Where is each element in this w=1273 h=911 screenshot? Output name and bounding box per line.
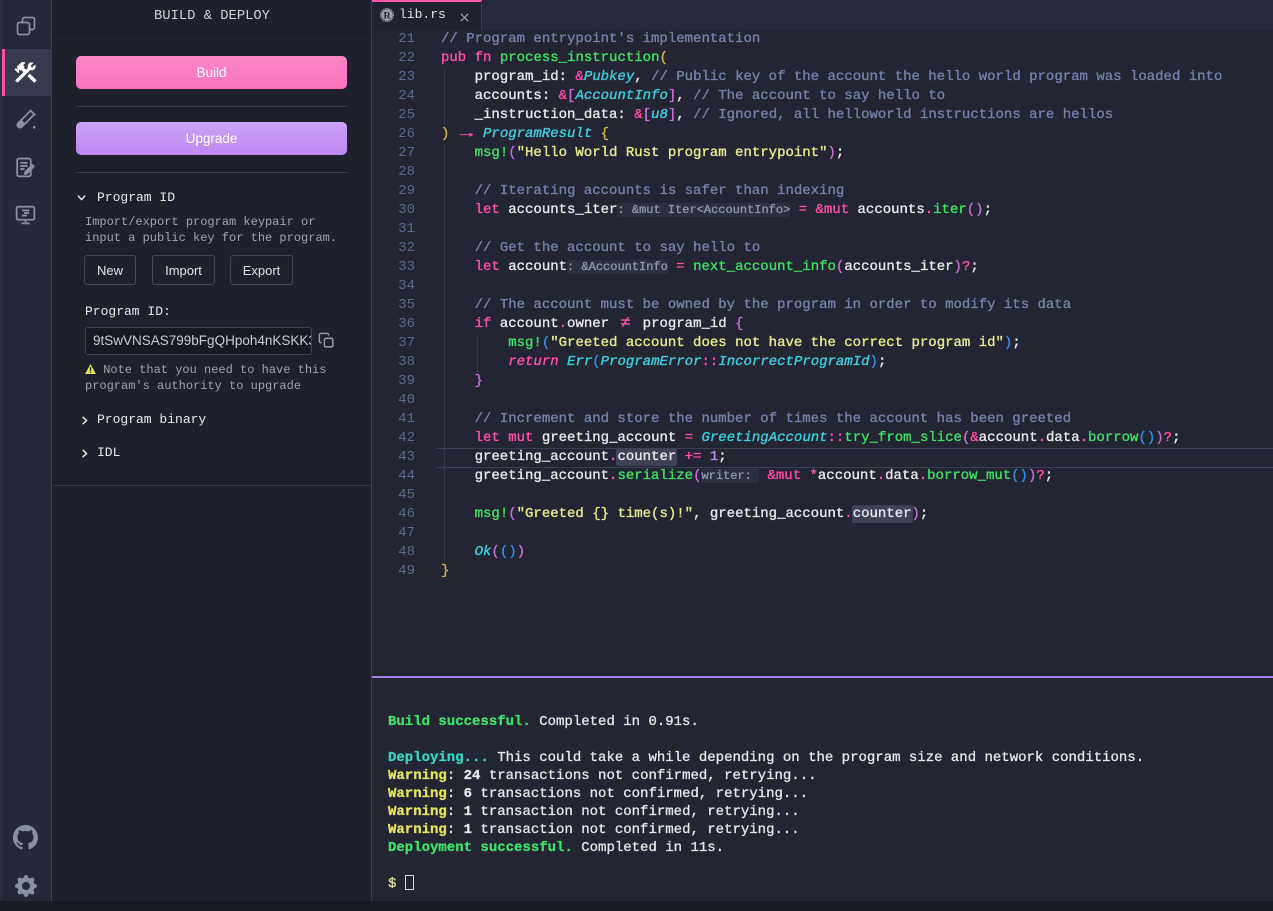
svg-text:R: R	[383, 10, 391, 21]
